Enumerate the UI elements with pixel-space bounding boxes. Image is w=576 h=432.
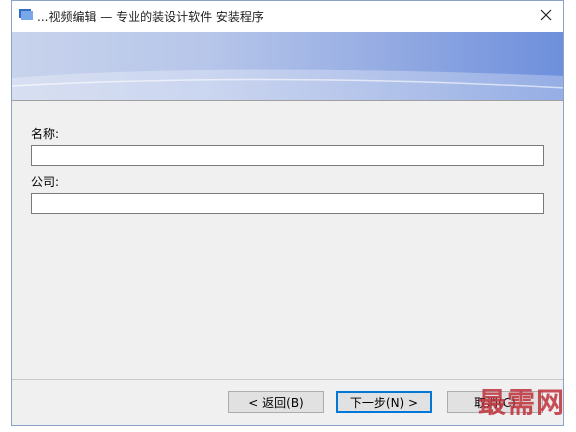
company-label: 公司: [31,175,60,189]
banner-divider [12,100,563,101]
back-button[interactable]: < 返回(B) [228,391,324,413]
title-bar: ...视频编辑 — 专业的装设计软件 安装程序 [12,1,563,32]
close-button[interactable] [529,1,563,32]
window-title: ...视频编辑 — 专业的装设计软件 安装程序 [37,10,264,24]
installer-window: ...视频编辑 — 专业的装设计软件 安装程序 名称: 公司: < 返回(B) … [11,0,564,426]
name-field[interactable] [31,145,544,166]
company-field[interactable] [31,193,544,214]
app-icon [18,8,34,22]
watermark-logo: 最需网 [478,386,566,419]
footer-divider [12,379,563,380]
next-button[interactable]: 下一步(N) > [336,391,432,413]
header-banner [12,32,563,100]
close-icon [540,9,552,24]
name-label: 名称: [31,127,60,141]
